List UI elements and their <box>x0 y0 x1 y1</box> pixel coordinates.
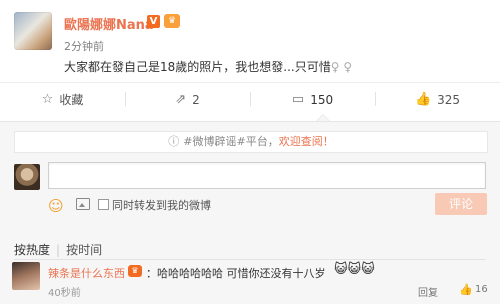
current-user-avatar <box>14 164 40 190</box>
comment-input[interactable] <box>48 162 486 189</box>
comment-like-icon[interactable]: 👍 <box>459 283 473 296</box>
member-crown-icon: ♛ <box>128 265 142 277</box>
repost-count: 2 <box>192 92 200 107</box>
comment-sort-tabs: 按热度 | 按时间 <box>14 241 102 258</box>
post-card: 歐陽娜娜Nana V ♛ 2分钟前 大家都在發自己是18歲的照片，我也想發...… <box>0 0 500 83</box>
post-text: 大家都在發自己是18歲的照片，我也想發...只可惜♀ ♀ <box>64 58 352 75</box>
notice-text: #微博辟谣#平台， <box>183 135 279 148</box>
repost-checkbox-label[interactable]: 同时转发到我的微博 <box>112 197 211 213</box>
repost-icon: ⇗ <box>175 92 187 107</box>
repost-button[interactable]: ⇗ 2 <box>125 83 250 116</box>
divider <box>14 259 486 260</box>
weibo-post-page: 歐陽娜娜Nana V ♛ 2分钟前 大家都在發自己是18歲的照片，我也想發...… <box>0 0 500 304</box>
comment-timestamp: 40秒前 <box>48 288 81 299</box>
favorite-button[interactable]: ☆ 收藏 <box>0 83 125 116</box>
favorite-label: 收藏 <box>59 93 84 107</box>
notice-link[interactable]: 欢迎查阅！ <box>279 135 334 148</box>
sort-separator: | <box>56 243 61 257</box>
info-icon: ⓘ <box>168 135 180 148</box>
female-symbol-text: ♀ ♀ <box>330 60 353 74</box>
verified-badge-icon: V <box>147 15 160 28</box>
author-name[interactable]: 歐陽娜娜Nana <box>64 14 154 33</box>
comment-like-count: 16 <box>475 284 488 295</box>
post-timestamp[interactable]: 2分钟前 <box>64 38 104 54</box>
emoji-icon[interactable]: ☺ <box>48 197 64 215</box>
like-count: 325 <box>437 92 461 107</box>
commenter-avatar[interactable] <box>12 262 40 290</box>
like-button[interactable]: 👍 325 <box>375 83 500 116</box>
sort-by-time-tab[interactable]: 按时间 <box>66 243 102 257</box>
post-action-bar: ☆ 收藏 ⇗ 2 ▭ 150 👍 325 <box>0 83 500 116</box>
comment-button[interactable]: ▭ 150 <box>250 83 375 116</box>
member-crown-icon: ♛ <box>164 14 180 28</box>
sort-by-hot-tab[interactable]: 按热度 <box>14 243 50 257</box>
cat-emoji-icons: 😺😺😺 <box>334 262 375 277</box>
comment-panel-caret <box>316 114 330 121</box>
commenter-name[interactable]: 辣条是什么东西 <box>48 265 125 281</box>
thumbs-up-icon: 👍 <box>414 92 432 107</box>
author-avatar[interactable] <box>14 12 52 50</box>
star-icon: ☆ <box>41 92 54 107</box>
comment-text: ：哈哈哈哈哈哈 可惜你还没有十八岁 <box>146 267 326 280</box>
repost-checkbox[interactable] <box>98 199 109 210</box>
post-text-main: 大家都在發自己是18歲的照片，我也想發...只可惜 <box>64 60 331 74</box>
rumor-notice: ⓘ #微博辟谣#平台，欢迎查阅！ <box>14 131 488 153</box>
comment-count: 150 <box>310 92 334 107</box>
reply-button[interactable]: 回复 <box>418 284 438 299</box>
submit-comment-button[interactable]: 评论 <box>435 193 487 215</box>
comment-icon: ▭ <box>291 92 305 107</box>
comment-panel: ⓘ #微博辟谣#平台，欢迎查阅！ ☺ 同时转发到我的微博 评论 按热度 | 按时间 辣… <box>0 121 500 304</box>
image-icon[interactable] <box>76 198 90 210</box>
